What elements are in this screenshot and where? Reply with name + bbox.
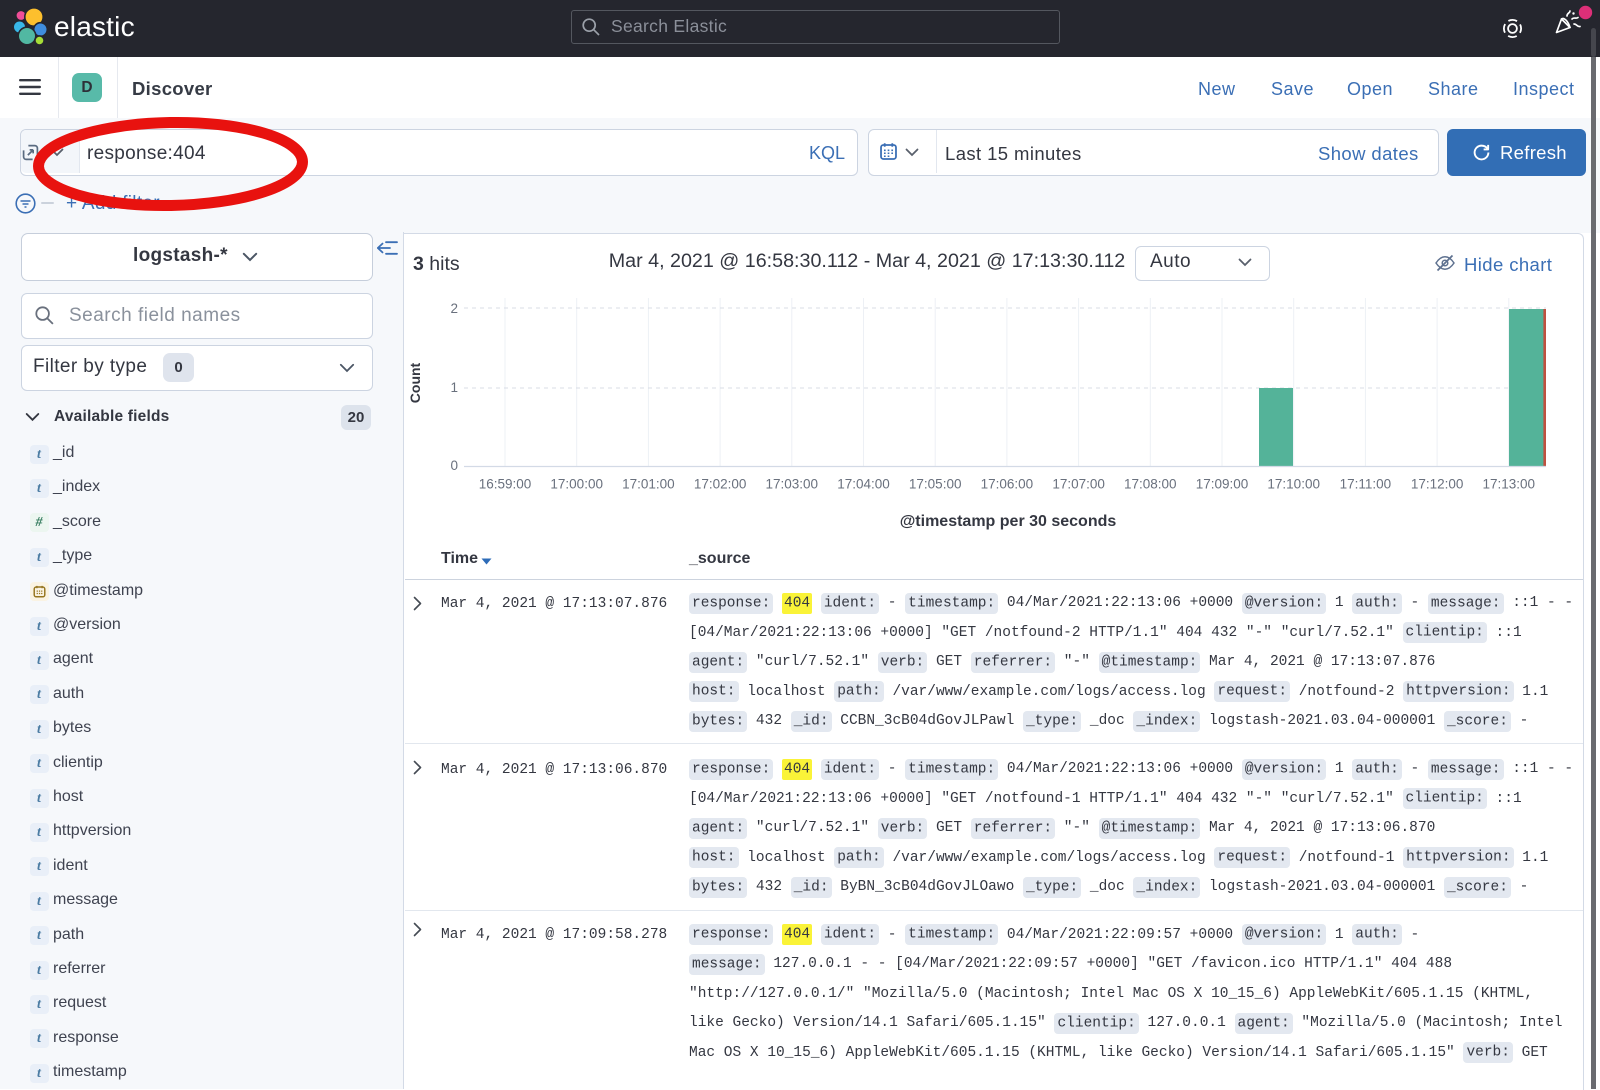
svg-text:17:00:00: 17:00:00 [550,477,603,492]
svg-text:1: 1 [450,380,458,395]
svg-text:17:06:00: 17:06:00 [981,477,1034,492]
svg-text:17:10:00: 17:10:00 [1267,477,1320,492]
svg-text:16:59:00: 16:59:00 [479,477,532,492]
svg-text:17:01:00: 17:01:00 [622,477,675,492]
svg-text:17:11:00: 17:11:00 [1340,477,1392,492]
svg-text:17:13:00: 17:13:00 [1483,477,1536,492]
svg-text:Count: Count [407,362,423,403]
svg-text:17:07:00: 17:07:00 [1052,477,1105,492]
svg-text:2: 2 [450,301,458,316]
svg-text:0: 0 [450,458,458,473]
svg-text:17:04:00: 17:04:00 [837,477,890,492]
svg-text:17:05:00: 17:05:00 [909,477,962,492]
svg-text:17:02:00: 17:02:00 [694,477,747,492]
svg-text:17:09:00: 17:09:00 [1196,477,1249,492]
svg-text:17:03:00: 17:03:00 [766,477,819,492]
svg-text:@timestamp per 30 seconds: @timestamp per 30 seconds [900,513,1117,530]
svg-text:17:08:00: 17:08:00 [1124,477,1177,492]
svg-text:17:12:00: 17:12:00 [1411,477,1464,492]
